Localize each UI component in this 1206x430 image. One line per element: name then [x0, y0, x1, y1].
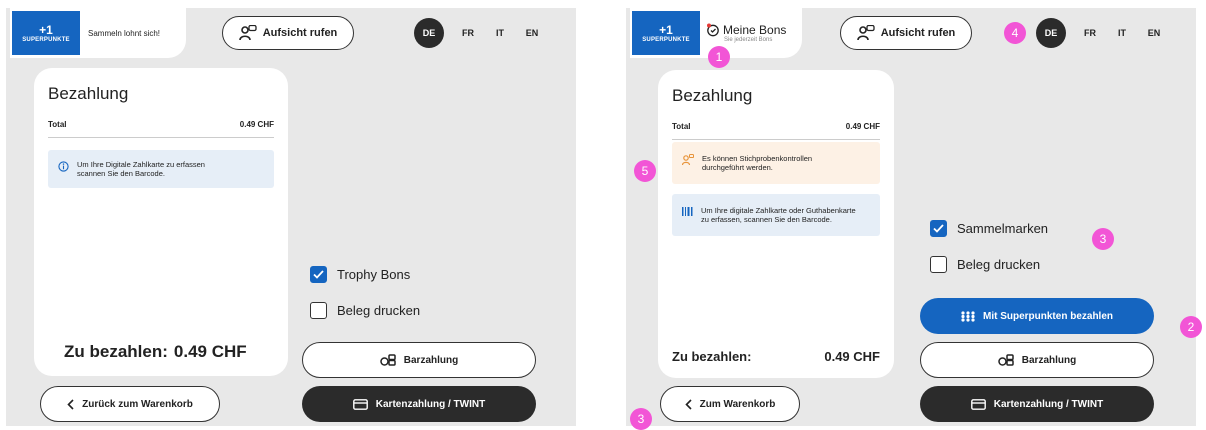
credit-card-icon	[970, 398, 986, 410]
lang-fr[interactable]: FR	[1082, 28, 1098, 38]
info-line-2: scannen Sie den Barcode.	[77, 169, 165, 178]
bons-icon	[707, 23, 719, 37]
coins-icon	[380, 354, 396, 366]
total-row: Total 0.49 CHF	[48, 120, 274, 138]
option-print-receipt[interactable]: Beleg drucken	[930, 256, 1040, 273]
card-payment-label: Kartenzahlung / TWINT	[375, 398, 486, 410]
card-payment-button[interactable]: Kartenzahlung / TWINT	[302, 386, 536, 422]
checkmark-icon	[933, 224, 944, 233]
coins-icon	[998, 354, 1014, 366]
credit-card-icon	[352, 398, 368, 410]
annotation-marker-2: 2	[1180, 316, 1202, 338]
info-line-1: Um Ihre Digitale Zahlkarte zu erfassen	[77, 160, 205, 169]
payment-card: Bezahlung Total 0.49 CHF Es können Stich…	[658, 70, 894, 378]
superpunkte-promo[interactable]: +1 SUPERPUNKTE Sammeln lohnt sich!	[10, 8, 186, 58]
back-to-cart-label: Zum Warenkorb	[699, 398, 776, 410]
kiosk-screen-after: +1 SUPERPUNKTE Meine Bons Sie jederzeit …	[626, 8, 1196, 426]
checkbox-checked[interactable]	[310, 266, 327, 283]
annotation-marker-5: 5	[634, 160, 656, 182]
superpunkte-badge: +1 SUPERPUNKTE	[12, 11, 80, 55]
pay-with-superpoints-button[interactable]: Mit Superpunkten bezahlen	[920, 298, 1154, 334]
card-payment-button[interactable]: Kartenzahlung / TWINT	[920, 386, 1154, 422]
checkbox-unchecked[interactable]	[930, 256, 947, 273]
annotation-marker-1: 1	[708, 46, 730, 68]
call-supervisor-button[interactable]: Aufsicht rufen	[840, 16, 972, 50]
superpunkte-badge: +1 SUPERPUNKTE	[632, 11, 700, 55]
option-trophy-bons[interactable]: Trophy Bons	[310, 266, 410, 283]
total-label: Total	[48, 120, 67, 129]
payment-title: Bezahlung	[672, 86, 753, 105]
cash-payment-label: Barzahlung	[403, 354, 459, 366]
total-value: 0.49 CHF	[239, 120, 274, 129]
cash-payment-button[interactable]: Barzahlung	[920, 342, 1154, 378]
annotation-marker-3b: 3	[630, 408, 652, 430]
call-supervisor-label: Aufsicht rufen	[262, 27, 338, 39]
my-bons-subtitle: Sie jederzeit Bons	[724, 37, 773, 43]
amount-due-value: 0.49 CHF	[173, 342, 247, 361]
lang-en[interactable]: EN	[1146, 28, 1162, 38]
call-supervisor-button[interactable]: Aufsicht rufen	[222, 16, 354, 50]
scan-info-box: Um Ihre digitale Zahlkarte oder Guthaben…	[672, 194, 880, 236]
warning-line-2: durchgeführt werden.	[702, 163, 773, 172]
call-supervisor-label: Aufsicht rufen	[880, 27, 956, 39]
supervisor-icon	[238, 25, 257, 41]
total-row: Total 0.49 CHF	[672, 122, 880, 140]
lang-it[interactable]: IT	[492, 28, 508, 38]
back-to-cart-label: Zurück zum Warenkorb	[82, 398, 193, 410]
annotation-marker-3: 3	[1092, 228, 1114, 250]
my-bons-title: Meine Bons	[723, 23, 787, 37]
option-print-receipt[interactable]: Beleg drucken	[310, 302, 420, 319]
info-line-1: Um Ihre digitale Zahlkarte oder Guthaben…	[701, 206, 856, 215]
points-count: +1	[659, 22, 673, 37]
total-value: 0.49 CHF	[845, 122, 880, 131]
pay-with-superpoints-label: Mit Superpunkten bezahlen	[982, 310, 1113, 322]
info-line-2: zu erfassen, scannen Sie den Barcode.	[701, 215, 832, 224]
cash-payment-button[interactable]: Barzahlung	[302, 342, 536, 378]
language-switcher: DE FR IT EN	[1036, 18, 1162, 48]
inspector-icon	[682, 154, 694, 166]
cash-payment-label: Barzahlung	[1021, 354, 1077, 366]
superpoints-dots-icon	[961, 310, 975, 322]
payment-title: Bezahlung	[48, 84, 129, 103]
promo-text: Sammeln lohnt sich!	[88, 28, 161, 38]
kiosk-screen-before: +1 SUPERPUNKTE Sammeln lohnt sich! Aufsi…	[6, 8, 576, 426]
checkbox-checked[interactable]	[930, 220, 947, 237]
option-sammelmarken[interactable]: Sammelmarken	[930, 220, 1048, 237]
supervisor-icon	[856, 25, 875, 41]
back-to-cart-button[interactable]: Zum Warenkorb	[660, 386, 800, 422]
warning-line-1: Es können Stichprobenkontrollen	[702, 154, 813, 163]
points-count: +1	[39, 22, 53, 37]
barcode-icon	[682, 207, 693, 216]
scan-info-box: Um Ihre Digitale Zahlkarte zu erfassen s…	[48, 150, 274, 188]
payment-card: Bezahlung Total 0.49 CHF Um Ihre Digital…	[34, 68, 288, 376]
option-label: Beleg drucken	[957, 257, 1041, 272]
back-to-cart-button[interactable]: Zurück zum Warenkorb	[40, 386, 220, 422]
lang-en[interactable]: EN	[524, 28, 540, 38]
checkmark-icon	[313, 270, 324, 279]
total-label: Total	[672, 122, 691, 131]
amount-due: Zu bezahlen: 0.49 CHF	[672, 349, 880, 364]
points-label: SUPERPUNKTE	[642, 36, 690, 43]
chevron-left-icon	[684, 398, 692, 410]
card-payment-label: Kartenzahlung / TWINT	[993, 398, 1104, 410]
amount-due-value: 0.49 CHF	[824, 349, 880, 364]
language-switcher: DE FR IT EN	[414, 18, 540, 48]
my-bons[interactable]: Meine Bons Sie jederzeit Bons	[706, 23, 786, 43]
lang-fr[interactable]: FR	[460, 28, 476, 38]
lang-de[interactable]: DE	[1036, 18, 1066, 48]
amount-due-label: Zu bezahlen:	[64, 342, 168, 361]
amount-due-label: Zu bezahlen:	[672, 349, 752, 364]
points-label: SUPERPUNKTE	[22, 36, 70, 43]
amount-due: Zu bezahlen: 0.49 CHF	[64, 342, 247, 362]
chevron-left-icon	[67, 398, 74, 410]
spot-check-warning-box: Es können Stichprobenkontrollen durchgef…	[672, 142, 880, 184]
option-label: Beleg drucken	[337, 303, 421, 318]
annotation-marker-4: 4	[1004, 22, 1026, 44]
lang-de[interactable]: DE	[414, 18, 444, 48]
lang-it[interactable]: IT	[1114, 28, 1130, 38]
checkbox-unchecked[interactable]	[310, 302, 327, 319]
option-label: Trophy Bons	[337, 267, 411, 282]
option-label: Sammelmarken	[957, 221, 1049, 236]
info-icon	[58, 161, 69, 172]
